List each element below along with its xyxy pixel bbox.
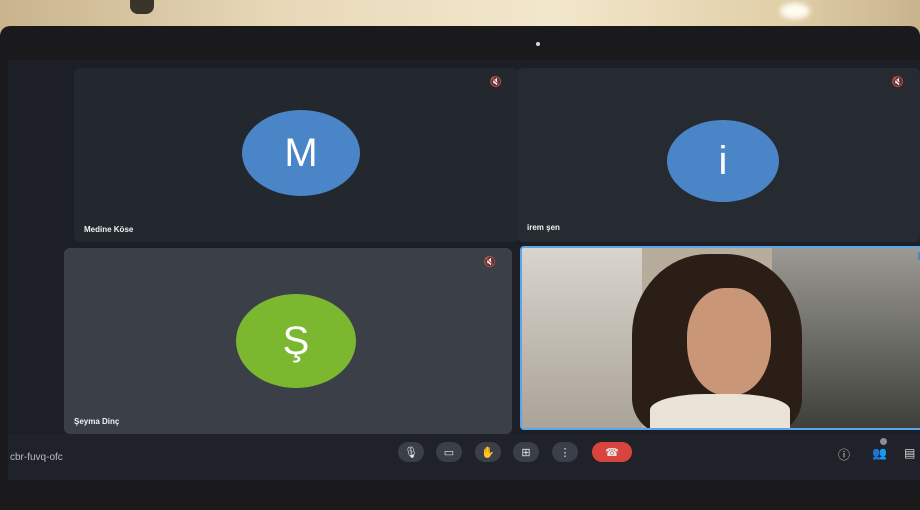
- avatar: M: [242, 110, 360, 196]
- people-icon[interactable]: 👥: [872, 446, 887, 460]
- webcam-video-feed: [522, 248, 920, 428]
- camera-icon: ▭: [443, 446, 455, 459]
- people-count-badge: [880, 438, 887, 445]
- participant-tile-irem[interactable]: i 🔇 irem şen: [517, 68, 920, 242]
- participant-tile-video[interactable]: [520, 246, 920, 430]
- meet-window: M 🔇 Medine Köse i 🔇 irem şen Ş 🔇 Şeyma D…: [8, 60, 920, 480]
- video-background-left: [522, 248, 642, 428]
- microphone-button[interactable]: 🎙: [398, 442, 424, 462]
- microphone-icon: 🎙: [404, 446, 418, 459]
- participant-name: Şeyma Dinç: [74, 417, 120, 426]
- avatar: i: [667, 120, 779, 202]
- video-person-face: [687, 288, 771, 396]
- avatar: Ş: [236, 294, 356, 388]
- video-person-shirt: [650, 394, 790, 428]
- mic-muted-icon: 🔇: [891, 76, 905, 88]
- participant-name: Medine Köse: [84, 225, 134, 234]
- hand-icon: ✋: [481, 446, 495, 459]
- present-icon: ⊞: [521, 446, 531, 459]
- more-options-button[interactable]: ⋮: [552, 442, 578, 462]
- webcam-dot: [536, 42, 540, 46]
- raise-hand-button[interactable]: ✋: [475, 442, 501, 462]
- chat-icon[interactable]: ▤: [904, 446, 915, 460]
- mic-muted-icon: 🔇: [489, 76, 503, 88]
- present-screen-button[interactable]: ⊞: [513, 442, 539, 462]
- ceiling-light-fixture: [130, 0, 154, 14]
- ceiling-light-glow: [780, 3, 810, 19]
- meeting-code: cbr-fuvq-ofc: [10, 452, 63, 463]
- participant-name: irem şen: [527, 223, 560, 232]
- camera-button[interactable]: ▭: [436, 442, 462, 462]
- mic-muted-icon: 🔇: [483, 256, 497, 268]
- phone-hangup-icon: ☎: [605, 446, 619, 459]
- participant-tile-medine[interactable]: M 🔇 Medine Köse: [74, 68, 518, 242]
- info-icon[interactable]: ⓘ: [838, 446, 850, 463]
- call-controls-bar: cbr-fuvq-ofc 🎙 ▭ ✋ ⊞ ⋮ ☎ ⓘ 👥 ▤: [8, 434, 920, 480]
- more-vert-icon: ⋮: [559, 446, 571, 459]
- participant-tile-seyma[interactable]: Ş 🔇 Şeyma Dinç: [64, 248, 512, 434]
- end-call-button[interactable]: ☎: [592, 442, 632, 462]
